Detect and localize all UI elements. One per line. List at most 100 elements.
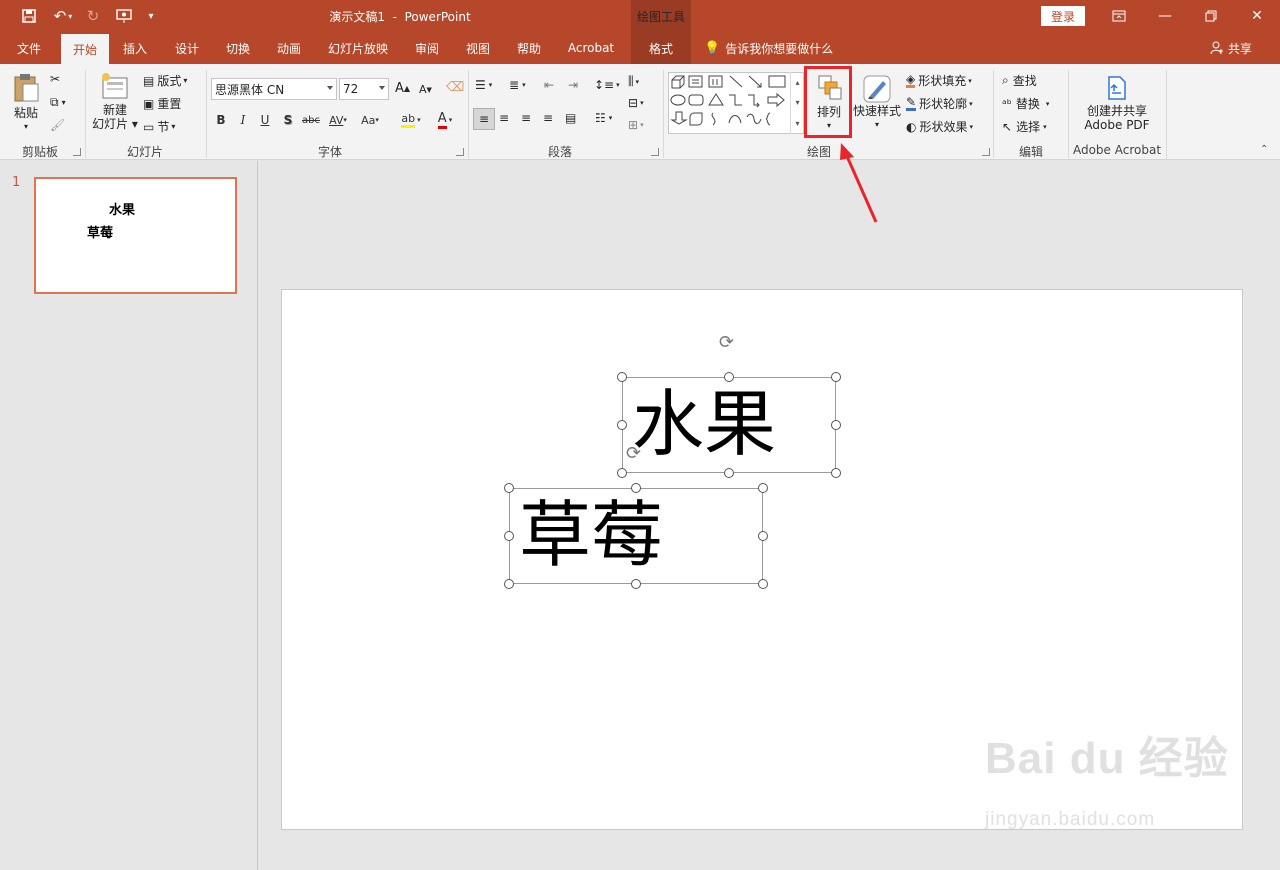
resize-handle[interactable] xyxy=(631,483,641,493)
resize-handle[interactable] xyxy=(758,483,768,493)
drawing-launcher-icon[interactable] xyxy=(982,148,990,156)
tab-design[interactable]: 设计 xyxy=(165,32,209,64)
tab-home[interactable]: 开始 xyxy=(61,34,109,64)
format-painter-icon[interactable]: 🖌 xyxy=(50,118,65,132)
highlight-color-button[interactable]: ab ▾ xyxy=(396,111,426,129)
replace-button[interactable]: ᵃᵇ 替换 ▾ xyxy=(1002,95,1049,112)
cut-icon[interactable]: ✂ xyxy=(50,72,60,86)
clipboard-icon xyxy=(14,74,39,102)
tab-help[interactable]: 帮助 xyxy=(507,32,551,64)
resize-handle[interactable] xyxy=(831,372,841,382)
resize-handle[interactable] xyxy=(758,579,768,589)
create-share-pdf-button[interactable]: 创建并共享 Adobe PDF xyxy=(1074,74,1160,132)
increase-indent-icon[interactable]: ⇥ xyxy=(568,78,578,92)
close-icon[interactable]: ✕ xyxy=(1234,0,1280,32)
slide-text-fruit[interactable]: 水果 xyxy=(632,388,776,460)
find-button[interactable]: ⌕ 查找 xyxy=(1002,72,1037,89)
tab-format[interactable]: 格式 xyxy=(631,32,691,64)
align-text-icon[interactable]: ⊟ ▾ xyxy=(628,96,644,110)
slide-text-strawberry[interactable]: 草莓 xyxy=(519,499,663,571)
resize-handle[interactable] xyxy=(617,372,627,382)
change-case-button[interactable]: Aa ▾ xyxy=(356,111,384,129)
login-button[interactable]: 登录 xyxy=(1041,6,1085,26)
distributed-button[interactable]: ▤ xyxy=(565,111,576,125)
resize-handle[interactable] xyxy=(504,531,514,541)
quick-styles-icon xyxy=(863,75,891,103)
bold-button[interactable]: B xyxy=(212,111,230,129)
tab-transitions[interactable]: 切换 xyxy=(216,32,260,64)
tab-animations[interactable]: 动画 xyxy=(267,32,311,64)
clipboard-launcher-icon[interactable] xyxy=(73,148,81,156)
new-slide-button[interactable]: 新建 幻灯片 ▾ xyxy=(92,72,138,131)
chevron-up-icon[interactable]: ▴ xyxy=(795,78,799,87)
numbering-icon[interactable]: ≣ ▾ xyxy=(509,78,526,92)
slide-thumbnail[interactable]: 水果 草莓 xyxy=(34,177,237,294)
rotate-handle-icon[interactable]: ⟳ xyxy=(626,443,641,464)
italic-button[interactable]: I xyxy=(234,111,252,129)
paragraph-launcher-icon[interactable] xyxy=(651,148,659,156)
tab-view[interactable]: 视图 xyxy=(456,32,500,64)
clear-formatting-icon[interactable]: ⌫ xyxy=(446,80,464,95)
resize-handle[interactable] xyxy=(617,468,627,478)
minimize-icon[interactable]: — xyxy=(1142,0,1188,32)
share-button[interactable]: 共享 xyxy=(1210,32,1252,64)
restore-icon[interactable] xyxy=(1188,0,1234,32)
font-size-combo[interactable]: 72 xyxy=(339,78,389,100)
gallery-scroll[interactable]: ▴ ▾ ▾ xyxy=(790,72,804,134)
shapes-gallery[interactable] xyxy=(668,72,804,134)
paste-button[interactable]: 粘贴 ▾ xyxy=(8,72,44,134)
font-color-button[interactable]: A ▾ xyxy=(430,111,460,129)
slides-group-label: 幻灯片 xyxy=(126,145,163,159)
layout-label: 版式 xyxy=(157,74,182,88)
tab-file[interactable]: 文件 xyxy=(6,32,52,64)
shape-outline-button[interactable]: ✎ 形状轮廓 ▾ xyxy=(906,95,973,112)
resize-handle[interactable] xyxy=(831,468,841,478)
select-button[interactable]: ↖ 选择 ▾ xyxy=(1002,118,1047,135)
section-button[interactable]: ▭ 节 ▾ xyxy=(143,118,175,135)
font-launcher-icon[interactable] xyxy=(456,148,464,156)
gallery-more-icon[interactable]: ▾ xyxy=(795,119,799,128)
chevron-down-icon: ▾ xyxy=(874,120,879,129)
shadow-button[interactable]: S xyxy=(279,111,297,129)
chevron-down-icon[interactable]: ▾ xyxy=(795,98,799,107)
reset-button[interactable]: ▣ 重置 xyxy=(143,95,181,112)
ribbon-display-options-icon[interactable] xyxy=(1096,0,1142,32)
collapse-ribbon-icon[interactable]: ⌃ xyxy=(1260,144,1268,155)
resize-handle[interactable] xyxy=(724,372,734,382)
strikethrough-button[interactable]: abc xyxy=(300,111,322,129)
resize-handle[interactable] xyxy=(724,468,734,478)
quick-styles-button[interactable]: 快速样式 ▾ xyxy=(852,72,902,132)
resize-handle[interactable] xyxy=(617,420,627,430)
resize-handle[interactable] xyxy=(504,579,514,589)
align-right-button[interactable]: ≡ xyxy=(521,111,531,125)
tab-slideshow[interactable]: 幻灯片放映 xyxy=(320,32,396,64)
resize-handle[interactable] xyxy=(504,483,514,493)
shape-effects-button[interactable]: ◐ 形状效果 ▾ xyxy=(906,118,973,135)
rotate-handle-icon[interactable]: ⟳ xyxy=(719,332,734,353)
layout-button[interactable]: ▤ 版式 ▾ xyxy=(143,72,187,89)
line-spacing-icon[interactable]: ↕≡ ▾ xyxy=(594,78,620,92)
smartart-icon[interactable]: ⊞ ▾ xyxy=(628,118,644,132)
character-spacing-button[interactable]: AV ▾ xyxy=(324,111,352,129)
shrink-font-button[interactable]: A ▼ xyxy=(419,83,432,96)
tab-insert[interactable]: 插入 xyxy=(113,32,157,64)
text-direction-icon[interactable]: ⫼ ▾ xyxy=(628,74,639,89)
tab-acrobat[interactable]: Acrobat xyxy=(560,32,622,64)
tell-me-box[interactable]: 💡 告诉我你想要做什么 xyxy=(704,32,833,64)
resize-handle[interactable] xyxy=(831,420,841,430)
align-left-button[interactable]: ≡ xyxy=(473,108,495,130)
underline-button[interactable]: U xyxy=(256,111,274,129)
decrease-indent-icon[interactable]: ⇤ xyxy=(544,78,554,92)
copy-icon[interactable]: ⧉ ▾ xyxy=(50,95,66,110)
columns-icon[interactable]: ☷ ▾ xyxy=(595,111,612,125)
watermark-logo: Bai du 经验 xyxy=(985,734,1229,783)
align-center-button[interactable]: ≡ xyxy=(499,111,509,125)
shape-fill-button[interactable]: ◈ 形状填充 ▾ xyxy=(906,72,972,89)
resize-handle[interactable] xyxy=(758,531,768,541)
resize-handle[interactable] xyxy=(631,579,641,589)
grow-font-button[interactable]: A ▲ xyxy=(395,81,410,96)
justify-button[interactable]: ≡ xyxy=(543,111,553,125)
tab-review[interactable]: 审阅 xyxy=(405,32,449,64)
bullets-icon[interactable]: ☰ ▾ xyxy=(475,78,492,92)
font-name-combo[interactable]: 思源黑体 CN xyxy=(211,78,337,100)
